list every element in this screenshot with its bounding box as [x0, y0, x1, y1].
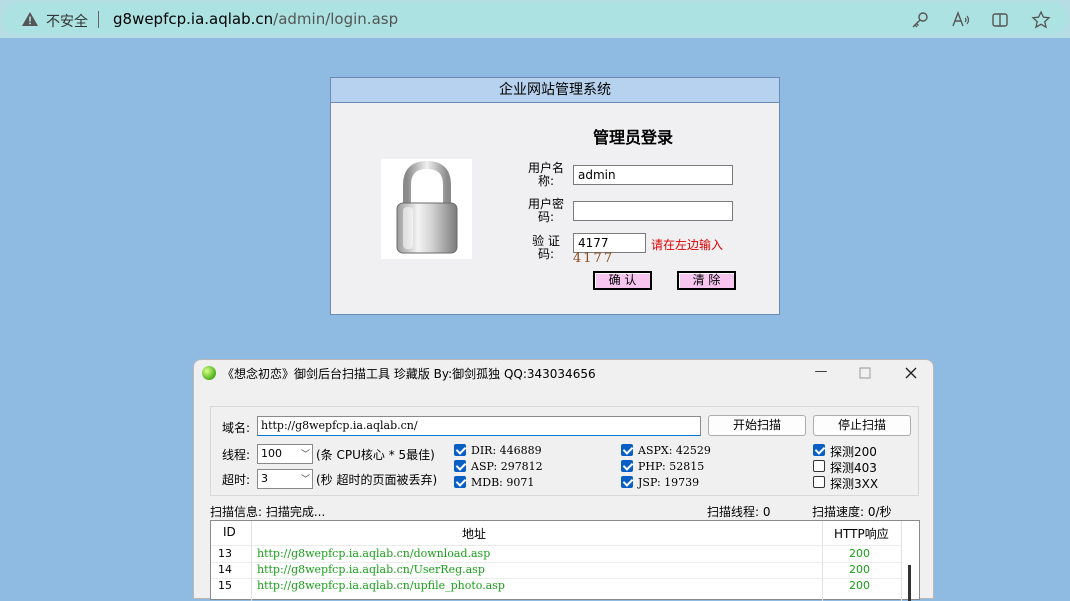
row-http-code: 200	[849, 579, 870, 592]
column-header-http[interactable]: HTTP响应	[834, 525, 889, 542]
captcha-input[interactable]: 4177	[573, 233, 646, 253]
results-table[interactable]: ID 地址 HTTP响应 13 http://g8wepfcp.ia.aqlab…	[210, 520, 920, 601]
threads-value: 100	[261, 447, 282, 460]
login-panel: 企业网站管理系统 管理员登录 用户名称: admin 用户密码: 验 证 码: …	[330, 77, 780, 315]
dict-asp-checkbox[interactable]	[454, 460, 466, 472]
padlock-icon	[396, 160, 458, 254]
domain-label: 域名:	[222, 421, 251, 435]
dict-dir-label: DIR: 446889	[471, 444, 542, 457]
captcha-label: 验 证 码:	[532, 234, 560, 261]
url-path: /admin/login.asp	[273, 10, 399, 28]
dict-php-checkbox[interactable]	[621, 460, 633, 472]
split-screen-icon[interactable]	[990, 10, 1010, 30]
probe-200-label: 探测200	[830, 445, 877, 459]
close-icon[interactable]	[901, 364, 921, 382]
captcha-image[interactable]: 4177	[573, 251, 614, 266]
address-bar[interactable]: 不安全 g8wepfcp.ia.aqlab.cn/admin/login.asp	[2, 2, 1068, 35]
scanner-window: 《想念初恋》御剑后台扫描工具 珍藏版 By:御剑孤独 QQ:343034656 …	[193, 359, 934, 601]
probe-3xx-label: 探测3XX	[830, 477, 879, 491]
chevron-down-icon: ﹀	[300, 450, 310, 460]
window-titlebar[interactable]: 《想念初恋》御剑后台扫描工具 珍藏版 By:御剑孤独 QQ:343034656 …	[194, 360, 933, 388]
login-heading: 管理员登录	[593, 128, 674, 147]
chevron-down-icon: ﹀	[300, 475, 310, 485]
dict-jsp-checkbox[interactable]	[621, 476, 633, 488]
row-url[interactable]: http://g8wepfcp.ia.aqlab.cn/download.asp	[257, 547, 490, 560]
app-icon	[202, 366, 216, 380]
row-http-code: 200	[849, 563, 870, 576]
clear-button[interactable]: 清 除	[677, 271, 736, 290]
timeout-hint: (秒 超时的页面被丢弃)	[316, 473, 438, 487]
scan-status: 扫描信息: 扫描完成...	[210, 505, 326, 519]
threads-select[interactable]: 100 ﹀	[257, 444, 313, 464]
probe-3xx-checkbox[interactable]	[813, 476, 825, 488]
scan-speed-status: 扫描速度: 0/秒	[812, 505, 892, 519]
favorite-star-icon[interactable]	[1031, 10, 1051, 30]
password-label: 用户密码:	[527, 197, 564, 224]
table-row[interactable]: 14 http://g8wepfcp.ia.aqlab.cn/UserReg.a…	[211, 562, 901, 578]
dict-mdb-checkbox[interactable]	[454, 476, 466, 488]
dict-php-label: PHP: 52815	[638, 460, 705, 473]
maximize-icon[interactable]	[855, 364, 875, 382]
start-scan-button[interactable]: 开始扫描	[708, 415, 806, 436]
security-status[interactable]: 不安全	[46, 11, 88, 31]
threads-label: 线程:	[222, 448, 251, 462]
username-label: 用户名称:	[527, 161, 564, 188]
column-header-id[interactable]: ID	[223, 525, 236, 539]
table-row[interactable]: 13 http://g8wepfcp.ia.aqlab.cn/download.…	[211, 546, 901, 562]
read-aloud-icon[interactable]	[951, 10, 971, 30]
dict-asp-label: ASP: 297812	[471, 460, 543, 473]
row-id: 14	[218, 563, 232, 576]
dict-dir-checkbox[interactable]	[454, 444, 466, 456]
domain-input[interactable]: http://g8wepfcp.ia.aqlab.cn/	[257, 416, 701, 436]
row-id: 15	[218, 579, 232, 592]
row-http-code: 200	[849, 547, 870, 560]
captcha-hint: 请在左边输入	[651, 238, 724, 252]
probe-200-checkbox[interactable]	[813, 444, 825, 456]
browser-toolbar: 不安全 g8wepfcp.ia.aqlab.cn/admin/login.asp	[0, 0, 1070, 38]
url-text[interactable]: g8wepfcp.ia.aqlab.cn/admin/login.asp	[113, 10, 398, 28]
probe-403-label: 探测403	[830, 461, 877, 475]
minimize-icon[interactable]: —	[811, 364, 831, 382]
username-input[interactable]: admin	[573, 165, 733, 185]
divider	[98, 11, 99, 28]
timeout-label: 超时:	[222, 473, 251, 487]
row-url[interactable]: http://g8wepfcp.ia.aqlab.cn/UserReg.asp	[257, 563, 485, 576]
timeout-select[interactable]: 3 ﹀	[257, 469, 313, 489]
timeout-value: 3	[261, 472, 268, 485]
probe-403-checkbox[interactable]	[813, 460, 825, 472]
url-host: g8wepfcp.ia.aqlab.cn	[113, 10, 274, 28]
key-icon[interactable]	[910, 10, 930, 30]
scrollbar-thumb[interactable]	[908, 565, 911, 601]
scan-threads-status: 扫描线程: 0	[707, 505, 771, 519]
padlock-image	[381, 159, 472, 259]
row-id: 13	[218, 547, 232, 560]
warning-icon[interactable]	[21, 11, 39, 27]
column-divider	[901, 521, 902, 601]
row-url[interactable]: http://g8wepfcp.ia.aqlab.cn/upfile_photo…	[257, 579, 505, 592]
dict-aspx-label: ASPX: 42529	[638, 444, 711, 457]
threads-hint: (条 CPU核心 * 5最佳)	[316, 448, 435, 462]
dict-mdb-label: MDB: 9071	[471, 476, 535, 489]
system-title: 企业网站管理系统	[331, 78, 779, 103]
confirm-button[interactable]: 确 认	[593, 271, 652, 290]
dict-jsp-label: JSP: 19739	[638, 476, 700, 489]
stop-scan-button[interactable]: 停止扫描	[813, 415, 911, 436]
password-input[interactable]	[573, 201, 733, 221]
column-header-url[interactable]: 地址	[462, 525, 486, 542]
dict-aspx-checkbox[interactable]	[621, 444, 633, 456]
window-title: 《想念初恋》御剑后台扫描工具 珍藏版 By:御剑孤独 QQ:343034656	[222, 367, 596, 381]
